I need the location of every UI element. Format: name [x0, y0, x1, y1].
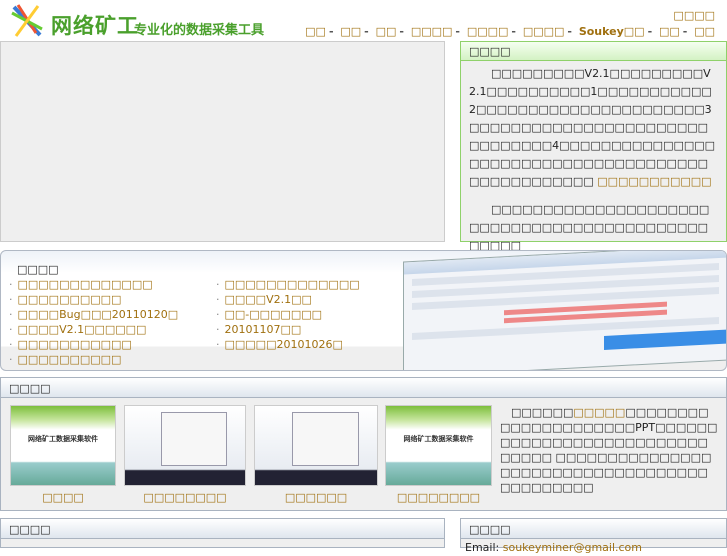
- news-item[interactable]: · □□□□□20101026□: [216, 338, 409, 352]
- logo-icon: [11, 4, 43, 37]
- intro-panel: □□□□ □□□□□□□□□V2.1□□□□□□□□□V2.1□□□□□□□□□…: [460, 41, 727, 252]
- gallery-title: □□□□: [1, 378, 726, 398]
- gallery-thumb[interactable]: [124, 405, 246, 486]
- news-item[interactable]: · □□□□V2.1□□□□□□: [9, 323, 216, 337]
- logo-subtitle: 专业化的数据采集工具: [134, 23, 265, 38]
- gallery-caption[interactable]: □□□□: [10, 491, 116, 504]
- main-nav: □□ - □□ - □□ - □□□□ - □□□□ - □□□□ - Soukey□□ - …: [305, 25, 715, 38]
- nav-item-soukey[interactable]: Soukey□□: [579, 25, 645, 38]
- gallery-caption[interactable]: □□□□□□□□: [385, 491, 492, 504]
- banner-area: [0, 41, 445, 242]
- news-title: □□□□: [17, 263, 59, 276]
- gallery-caption[interactable]: □□□□□□: [254, 491, 378, 504]
- gallery-thumb[interactable]: 网络矿工数据采集软件: [385, 405, 492, 486]
- email-label: Email:: [465, 541, 500, 554]
- gallery-caption[interactable]: □□□□□□□□: [124, 491, 246, 504]
- nav-item[interactable]: □□: [340, 25, 361, 38]
- intro-link[interactable]: □□□□□□□□□□□: [597, 175, 711, 188]
- intro-paragraph: □□□□□□□□□V2.1□□□□□□□□□V2.1□□□□□□□□□□1□□□…: [461, 61, 726, 197]
- gallery-panel: □□□□ 网络矿工数据采集软件 网络矿工数据采集软件 □□□□ □□□□□□□□…: [0, 377, 727, 511]
- news-item[interactable]: · □□□□□□□□□□: [9, 353, 216, 367]
- gallery-description: □□□□□□□□□□□□□□□□□□□□□□□□□□□□□□□□PPT□□□□□…: [500, 406, 718, 494]
- contact-title: □□□□: [461, 519, 726, 539]
- header: 网络矿工 专业化的数据采集工具 □□□□ □□ - □□ - □□ - □□□□ - □…: [0, 0, 727, 41]
- nav-item[interactable]: □□□□: [411, 25, 453, 38]
- news-item[interactable]: · □□□□□□□□□□□: [9, 338, 216, 352]
- email-link[interactable]: soukeyminer@gmail.com: [503, 541, 642, 554]
- news-item[interactable]: · 20101107□□: [216, 323, 409, 337]
- bottom-left-title: □□□□: [1, 519, 444, 539]
- news-panel: □□□□ · □□□□□□□□□□□□□ · □□□□□□□□□□□□□ · □□□□…: [0, 250, 727, 371]
- intro-text: □□□□□□□□□V2.1□□□□□□□□□V2.1□□□□□□□□□□1□□□…: [469, 67, 716, 188]
- nav-item[interactable]: □□: [694, 25, 715, 38]
- nav-item[interactable]: □□□□: [523, 25, 565, 38]
- news-item[interactable]: · □□□□□□□□□□□□□: [216, 278, 409, 292]
- app-screenshot-image: [403, 251, 726, 370]
- logo-title: 网络矿工: [51, 14, 139, 38]
- gallery-text-link[interactable]: □□□□□: [573, 406, 625, 419]
- news-item[interactable]: · □□-□□□□□□□: [216, 308, 409, 322]
- nav-item[interactable]: □□: [376, 25, 397, 38]
- news-item[interactable]: · □□□□V2.1□□: [216, 293, 409, 307]
- nav-item[interactable]: □□: [305, 25, 326, 38]
- news-item[interactable]: · □□□□□□□□□□: [9, 293, 216, 307]
- bottom-left-panel: □□□□: [0, 518, 445, 548]
- gallery-thumb[interactable]: [254, 405, 378, 486]
- nav-item[interactable]: □□: [659, 25, 680, 38]
- gallery-thumb[interactable]: 网络矿工数据采集软件: [10, 405, 116, 486]
- news-list: · □□□□□□□□□□□□□ · □□□□□□□□□□□□□ · □□□□□□□□□…: [9, 278, 409, 367]
- news-item[interactable]: · □□□□□□□□□□□□□: [9, 278, 216, 292]
- contact-panel: □□□□ Email: soukeyminer@gmail.com: [460, 518, 727, 554]
- top-link[interactable]: □□□□: [673, 9, 715, 22]
- intro-title: □□□□: [461, 42, 726, 61]
- news-item[interactable]: · □□□□Bug□□□20110120□: [9, 308, 216, 322]
- nav-item[interactable]: □□□□: [467, 25, 509, 38]
